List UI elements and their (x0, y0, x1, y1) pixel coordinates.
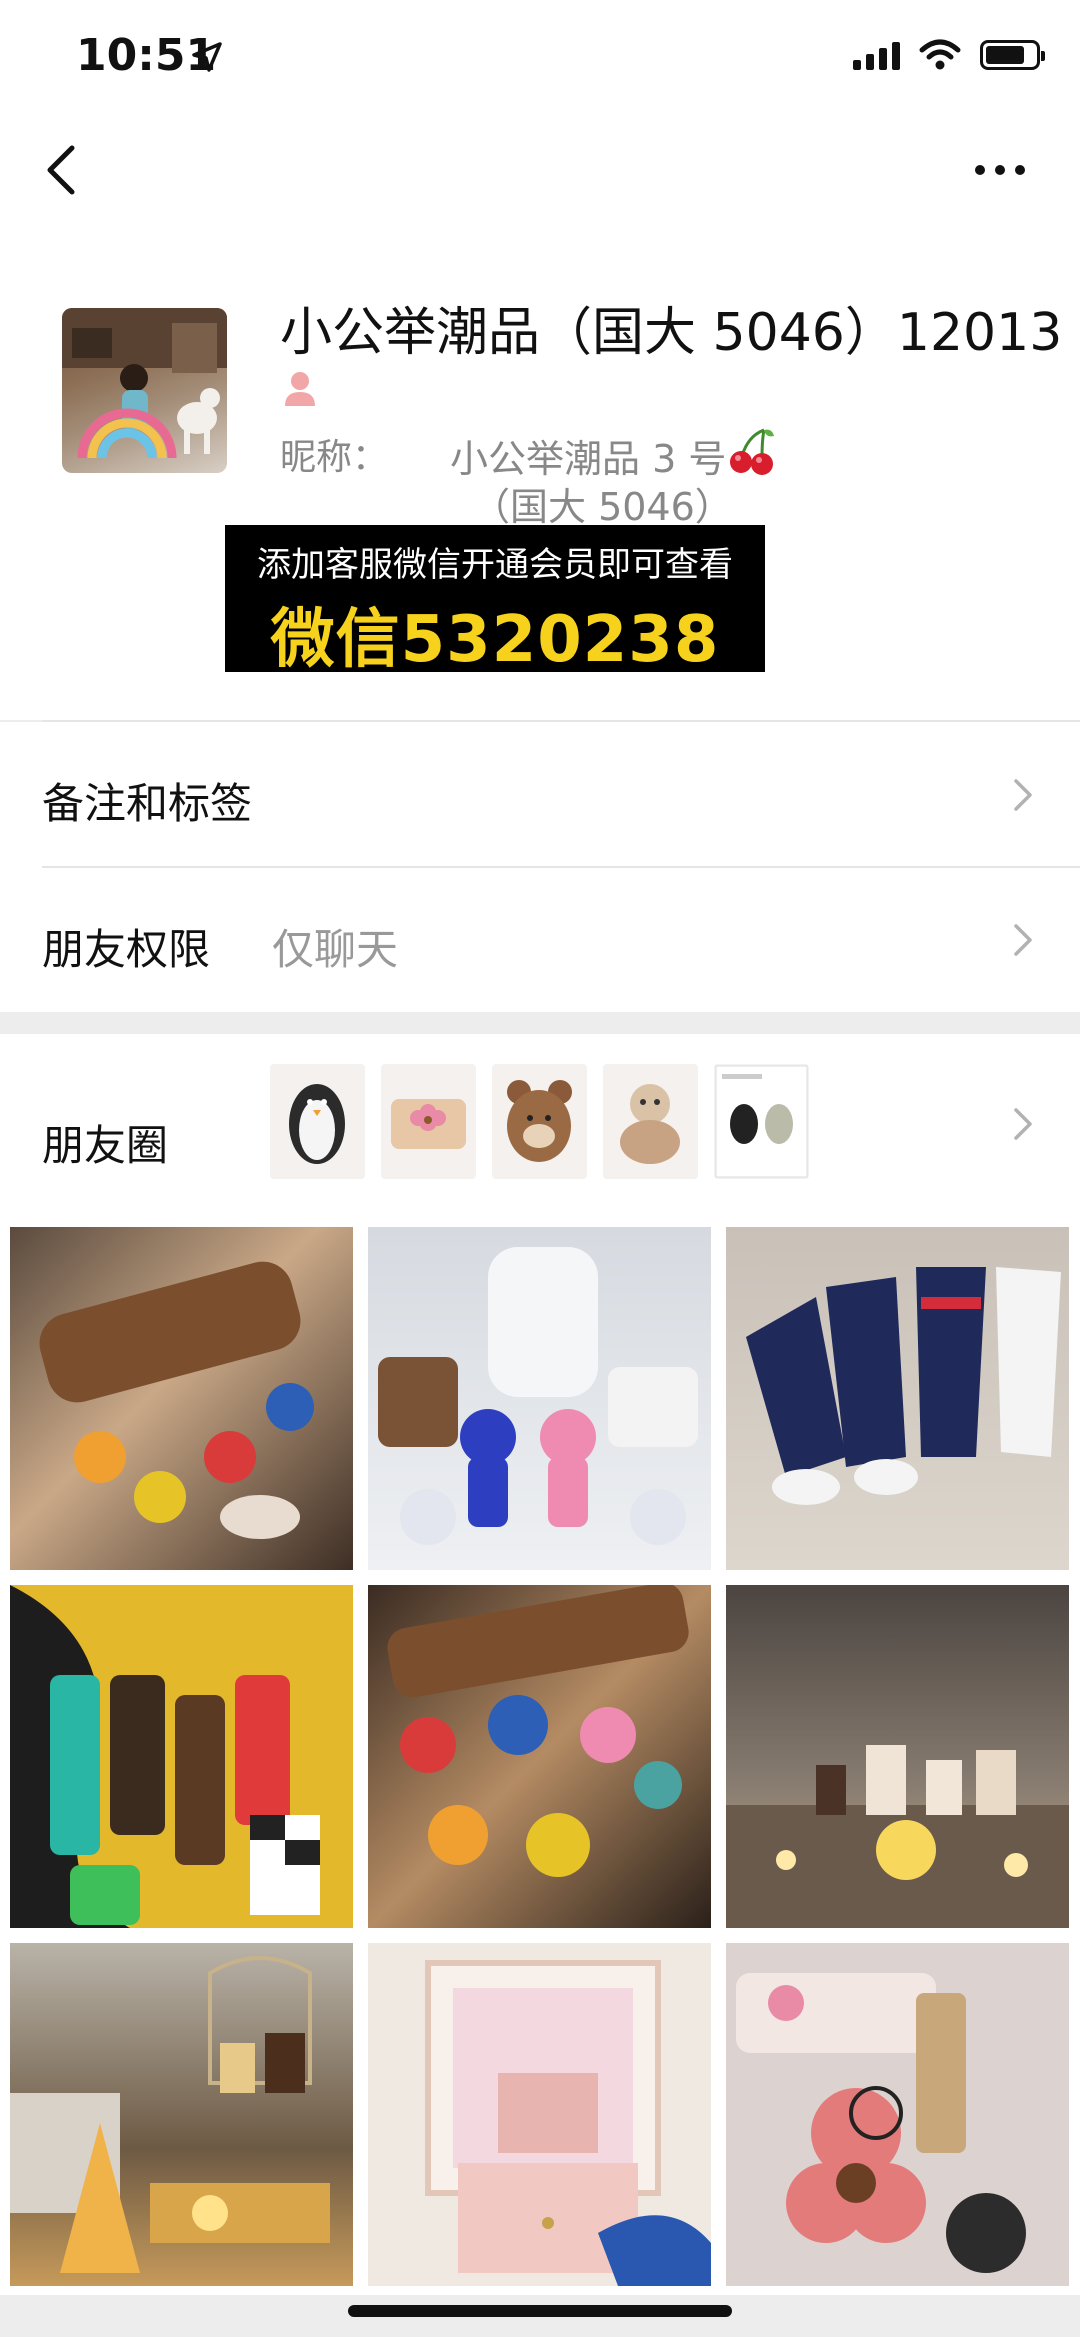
cherry-icon (730, 428, 774, 475)
photo-tile[interactable] (10, 1585, 353, 1928)
bag-charms-tray-image (39, 1261, 314, 1539)
battery-icon (980, 40, 1045, 70)
flower-coaster-icon (391, 1099, 466, 1149)
photo-tile[interactable] (10, 1943, 353, 2286)
promo-banner: 添加客服微信开通会员即可查看 微信5320238 (225, 525, 765, 677)
flower-keychains-image (387, 1585, 689, 1877)
striped-socks-image (746, 1267, 1061, 1505)
moments-thumbnail (492, 1064, 587, 1179)
home-indicator[interactable] (348, 2305, 732, 2317)
friend-permissions-value: 仅聊天 (272, 925, 399, 974)
photo-tile[interactable] (368, 1585, 711, 1928)
photo-tile[interactable] (368, 1943, 711, 2286)
female-gender-icon (285, 372, 315, 406)
flower-tray-glasses-image (736, 1973, 1026, 2273)
moments-thumbnail (603, 1064, 698, 1179)
photo-tile[interactable] (726, 1943, 1069, 2286)
back-icon[interactable] (38, 140, 88, 200)
promo-wechat-id: 微信5320238 (270, 603, 720, 677)
friend-permissions-label: 朋友权限 (42, 925, 211, 974)
colorful-socks-image (10, 1585, 320, 1928)
remarks-tags-label: 备注和标签 (42, 779, 253, 828)
signal-icon (853, 40, 900, 70)
moments-thumbnail (714, 1064, 809, 1179)
candles-shelf-image (726, 1745, 1069, 1928)
penguin-figure-icon (289, 1084, 345, 1164)
wifi-icon (919, 39, 961, 70)
status-icons (853, 38, 1045, 72)
photo-tile[interactable] (10, 1227, 353, 1570)
product-sheet-icon (715, 1065, 808, 1178)
moments-thumbnail (381, 1064, 476, 1179)
photo-tile[interactable] (368, 1227, 711, 1570)
nickname-value: 小公举潮品 3 号 (450, 437, 727, 481)
photo-tile[interactable] (726, 1585, 1069, 1928)
chevron-right-icon (1014, 924, 1032, 956)
moments-row[interactable]: 朋友圈 (0, 1034, 1080, 1213)
status-bar: 10:51 (0, 0, 1080, 120)
bearbrick-figures-image (378, 1247, 698, 1545)
nav-bar (0, 120, 1080, 220)
photo-tile[interactable] (726, 1227, 1069, 1570)
section-gap (0, 1012, 1080, 1034)
promo-line-1: 添加客服微信开通会员即可查看 (257, 545, 733, 585)
nickname-value-continued: （国大 5046） (472, 485, 733, 529)
contact-name: 小公举潮品（国大 5046）12013 (280, 303, 1063, 363)
nickname-label: 昵称： (280, 437, 389, 478)
pink-jewelry-box-image (425, 1960, 711, 2286)
profile-card: 小公举潮品（国大 5046）12013 昵称： 小公举潮品 3 号 （国大 50… (0, 220, 1080, 720)
moments-thumbnails (270, 1064, 809, 1179)
location-arrow-icon (192, 42, 222, 72)
chevron-right-icon (1014, 1108, 1032, 1140)
avatar[interactable] (62, 308, 227, 473)
remarks-tags-row[interactable]: 备注和标签 (0, 722, 1080, 868)
more-options-icon[interactable] (970, 150, 1030, 190)
bear-bag-icon (507, 1080, 572, 1162)
plush-toy-icon (620, 1084, 680, 1164)
avatar-photo-image (62, 308, 227, 459)
perfume-display-image (10, 1956, 330, 2273)
moments-thumbnail (270, 1064, 365, 1179)
moments-label: 朋友圈 (42, 1121, 169, 1170)
moments-photo-grid (0, 1213, 1080, 2295)
friend-permissions-row[interactable]: 朋友权限 仅聊天 (0, 868, 1080, 1012)
chevron-right-icon (1014, 779, 1032, 811)
contact-profile-screen: 10:51 小公举潮品（国大 5046）12013 昵称： 小公举潮品 3 号 … (0, 0, 1080, 2337)
